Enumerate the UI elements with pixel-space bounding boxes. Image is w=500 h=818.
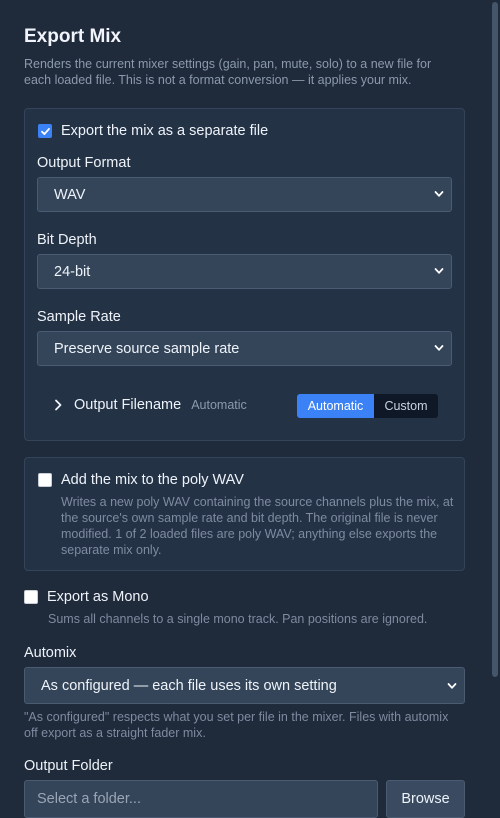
chevron-down-icon	[434, 345, 444, 351]
sample-rate-select[interactable]: Preserve source sample rate	[37, 331, 452, 366]
mono-checkbox[interactable]	[24, 590, 38, 604]
output-format-label: Output Format	[37, 155, 131, 171]
bit-depth-select[interactable]: 24-bit	[37, 254, 452, 289]
chevron-down-icon	[447, 683, 457, 689]
sample-rate-value: Preserve source sample rate	[54, 340, 240, 357]
automix-help: "As configured" respects what you set pe…	[24, 710, 449, 740]
output-folder-placeholder: Select a folder...	[37, 791, 141, 807]
separate-file-checkbox[interactable]	[38, 124, 52, 138]
output-folder-label: Output Folder	[24, 758, 113, 774]
bit-depth-label: Bit Depth	[37, 232, 97, 248]
chevron-right-icon	[55, 399, 62, 411]
output-filename-current: Automatic	[191, 398, 247, 412]
bit-depth-value: 24-bit	[54, 263, 91, 280]
filename-mode-automatic[interactable]: Automatic	[297, 394, 374, 418]
poly-wav-help: Writes a new poly WAV containing the sou…	[61, 495, 454, 557]
sample-rate-label: Sample Rate	[37, 309, 121, 325]
separate-file-option[interactable]: Export the mix as a separate file	[38, 123, 268, 139]
separate-file-section: Export the mix as a separate file Output…	[24, 108, 465, 441]
scrollbar-thumb[interactable]	[492, 2, 498, 677]
automix-select[interactable]: As configured — each file uses its own s…	[24, 667, 465, 704]
output-format-value: WAV	[54, 186, 86, 203]
poly-wav-checkbox[interactable]	[38, 473, 52, 487]
output-folder-input[interactable]: Select a folder...	[24, 780, 378, 818]
poly-wav-section: Add the mix to the poly WAV Writes a new…	[24, 457, 465, 571]
dialog-title: Export Mix	[24, 26, 122, 47]
automix-label: Automix	[24, 645, 77, 661]
mono-help: Sums all channels to a single mono track…	[48, 612, 428, 626]
chevron-down-icon	[434, 191, 444, 197]
output-filename-toggle[interactable]: Output Filename Automatic	[53, 397, 247, 413]
filename-mode-custom[interactable]: Custom	[374, 394, 438, 418]
check-icon	[40, 127, 50, 135]
filename-mode-toggle: Automatic Custom	[297, 394, 438, 418]
poly-wav-label: Add the mix to the poly WAV	[61, 472, 244, 488]
dialog-description: Renders the current mixer settings (gain…	[24, 57, 432, 87]
browse-button[interactable]: Browse	[386, 780, 465, 818]
chevron-down-icon	[434, 268, 444, 274]
output-filename-label: Output Filename	[74, 397, 182, 413]
poly-wav-option[interactable]: Add the mix to the poly WAV	[38, 472, 244, 488]
mono-label: Export as Mono	[47, 589, 149, 605]
separate-file-label: Export the mix as a separate file	[61, 123, 269, 139]
automix-value: As configured — each file uses its own s…	[41, 677, 337, 694]
mono-option[interactable]: Export as Mono	[24, 589, 149, 605]
output-format-select[interactable]: WAV	[37, 177, 452, 212]
